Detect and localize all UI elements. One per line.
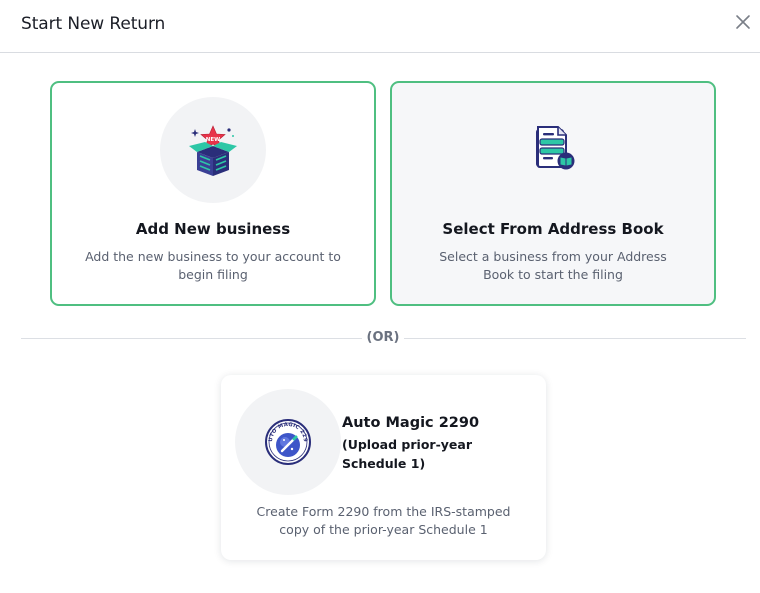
new-business-box-icon: NEW (189, 125, 237, 176)
auto-magic-description: Create Form 2290 from the IRS-stamped co… (256, 504, 511, 537)
add-new-business-icon-circle: NEW (160, 97, 266, 203)
auto-magic-subtitle: (Upload prior-year Schedule 1) (342, 437, 472, 471)
new-badge-text: NEW (206, 137, 220, 143)
modal-title: Start New Return (21, 14, 166, 34)
address-book-document-icon (536, 126, 575, 170)
add-new-business-card[interactable]: NEW Add New business Add the new busines… (50, 81, 376, 306)
select-address-book-title: Select From Address Book (442, 220, 664, 238)
address-book-icon-circle (500, 97, 606, 203)
close-icon[interactable] (733, 12, 753, 32)
modal-header: Start New Return (0, 0, 760, 53)
auto-magic-icon-circle: AUTO MAGIC 2290 (235, 389, 341, 495)
add-new-business-title: Add New business (135, 220, 291, 238)
or-label: (OR) (362, 330, 404, 345)
auto-magic-card[interactable]: AUTO MAGIC 2290 Auto Magic 2290 (Upload … (221, 375, 546, 560)
auto-magic-title: Auto Magic 2290 (342, 415, 480, 431)
start-new-return-modal: Start New Return NEW Add New business Ad… (0, 0, 760, 593)
auto-magic-badge-icon: AUTO MAGIC 2290 (264, 418, 311, 465)
select-address-book-description: Select a business from your Address Book… (439, 249, 667, 282)
add-new-business-description: Add the new business to your account to … (85, 249, 341, 282)
select-address-book-card[interactable]: Select From Address Book Select a busine… (390, 81, 716, 306)
